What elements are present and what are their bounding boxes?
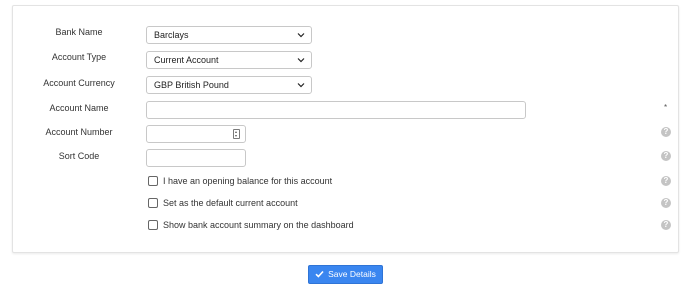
help-icon-account-number[interactable]: ? — [661, 127, 671, 137]
account-number-label: Account Number — [45, 127, 113, 137]
save-details-label: Save Details — [328, 269, 376, 279]
default-account-checkbox[interactable] — [148, 198, 158, 208]
sort-code-input[interactable] — [146, 149, 246, 167]
help-icon-opening-balance[interactable]: ? — [661, 176, 671, 186]
help-icon-default-account[interactable]: ? — [661, 198, 671, 208]
account-currency-value: GBP British Pound — [154, 80, 229, 90]
save-details-button[interactable]: Save Details — [308, 265, 383, 284]
account-type-select[interactable]: Current Account — [146, 51, 312, 69]
bank-name-select[interactable]: Barclays — [146, 26, 312, 44]
account-name-input[interactable] — [146, 101, 526, 119]
help-icon-dashboard-summary[interactable]: ? — [661, 220, 671, 230]
chevron-down-icon — [297, 83, 305, 88]
help-icon-sort-code[interactable]: ? — [661, 151, 671, 161]
check-icon — [315, 270, 324, 278]
account-type-value: Current Account — [154, 55, 219, 65]
bank-name-value: Barclays — [154, 30, 189, 40]
chevron-down-icon — [297, 33, 305, 38]
chevron-down-icon — [297, 58, 305, 63]
account-number-input[interactable] — [146, 125, 246, 143]
required-marker: * — [664, 103, 668, 112]
account-currency-label: Account Currency — [43, 78, 115, 88]
sort-code-label: Sort Code — [58, 151, 100, 161]
default-account-label[interactable]: Set as the default current account — [163, 197, 298, 209]
dashboard-summary-label[interactable]: Show bank account summary on the dashboa… — [163, 219, 354, 231]
opening-balance-checkbox[interactable] — [148, 176, 158, 186]
account-name-label: Account Name — [49, 103, 109, 113]
dashboard-summary-checkbox[interactable] — [148, 220, 158, 230]
spinner-icon[interactable] — [233, 129, 240, 139]
account-currency-select[interactable]: GBP British Pound — [146, 76, 312, 94]
account-type-label: Account Type — [51, 52, 107, 62]
opening-balance-label[interactable]: I have an opening balance for this accou… — [163, 175, 332, 187]
bank-name-label: Bank Name — [55, 27, 103, 37]
page: Bank Name Barclays Account Type Current … — [0, 0, 690, 287]
